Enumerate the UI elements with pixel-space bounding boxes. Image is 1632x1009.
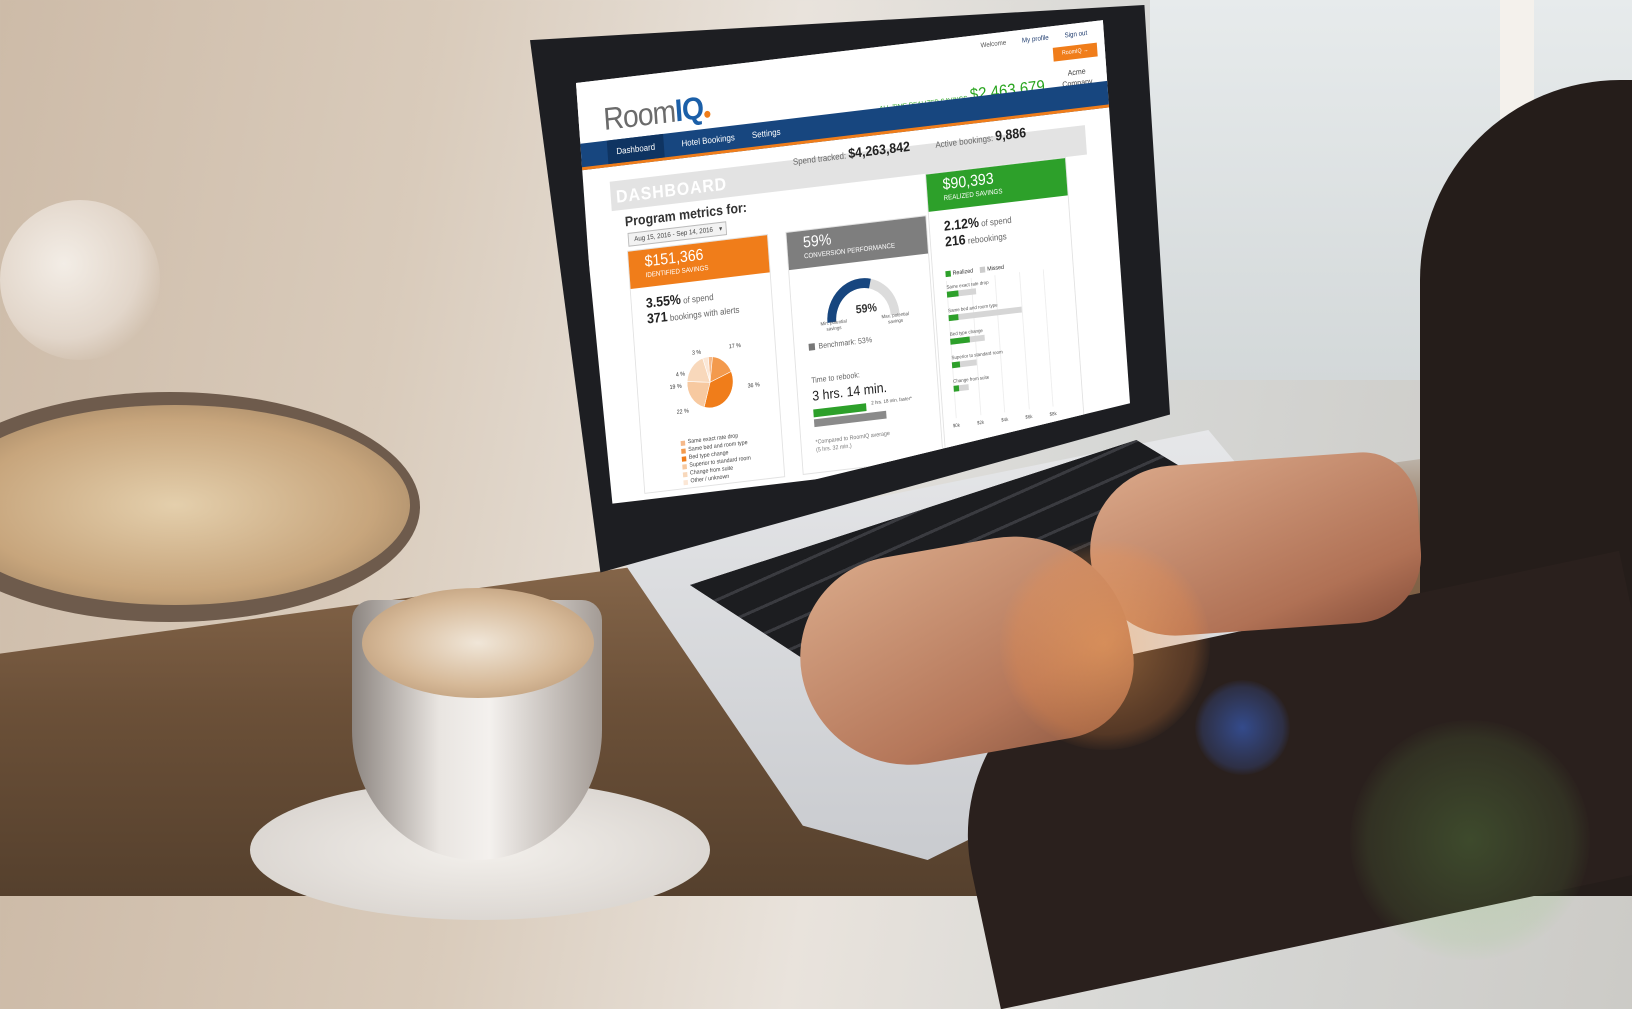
axis-tick-label: $8k: [1049, 411, 1057, 418]
chevron-down-icon: ▾: [718, 225, 723, 233]
realized-bar: [953, 385, 959, 392]
gridline: [994, 275, 1006, 413]
legend-swatch-icon: [680, 440, 686, 446]
nav-settings[interactable]: Settings: [742, 119, 790, 148]
logo-accent: IQ: [673, 89, 705, 129]
lens-flare-green: [1350, 720, 1590, 960]
legend-swatch-icon: [681, 447, 686, 454]
realized-swatch-icon: [945, 270, 952, 278]
realized-bar: [946, 290, 959, 298]
bar-row-label: Superior to standard room: [951, 349, 1003, 362]
nav-dashboard[interactable]: Dashboard: [606, 133, 665, 165]
legend-missed: Missed: [979, 264, 1005, 273]
lens-flare-blue: [1195, 680, 1290, 775]
missed-swatch-icon: [979, 266, 986, 273]
realized-bar: [950, 336, 970, 345]
identified-pie-chart: [686, 356, 734, 409]
logo-dot-icon: [704, 110, 711, 119]
my-profile-link[interactable]: My profile: [1022, 35, 1049, 45]
gridline: [970, 278, 981, 416]
realized-count-value: 216: [944, 231, 967, 250]
date-range-value: Aug 15, 2016 - Sep 14, 2016: [633, 226, 714, 243]
time-to-rebook-faster: 2 hrs. 18 min. faster*: [871, 395, 913, 407]
conversion-card: 59% CONVERSION PERFORMANCE 59% Min. pote…: [785, 215, 944, 475]
benchmark-swatch-icon: [808, 343, 816, 351]
logo-text: Room: [602, 93, 677, 137]
pie-label-3: 4 %: [675, 371, 686, 379]
legend-realized: Realized: [945, 268, 973, 278]
realized-savings-card: $90,393 REALIZED SAVINGS 2.12% of spend …: [925, 156, 1087, 458]
gridline: [1018, 272, 1030, 410]
background-plant: [0, 200, 160, 360]
legend-swatch-icon: [681, 455, 687, 462]
pie-label-1: 3 %: [691, 349, 702, 357]
legend-swatch-icon: [682, 463, 687, 470]
identified-savings-card: $151,366 IDENTIFIED SAVINGS 3.55% of spe…: [627, 234, 786, 494]
gauge-center-value: 59%: [855, 302, 877, 317]
lens-flare-orange: [1000, 540, 1210, 750]
roomiq-button[interactable]: RoomIQ →: [1052, 42, 1098, 62]
axis-tick-label: $6k: [1025, 414, 1033, 421]
legend-swatch-icon: [683, 479, 689, 485]
axis-tick-label: $2k: [976, 419, 985, 427]
identified-count-suffix: bookings with alerts: [669, 304, 740, 323]
pie-legend: Same exact rate drop Same bed and room ty…: [680, 431, 752, 486]
laptop-screen: Welcome My profile Sign out RoomIQ → Roo…: [570, 8, 1130, 528]
gridline: [946, 280, 957, 419]
realized-pct-suffix: of spend: [980, 214, 1012, 229]
time-to-rebook-note: *Compared to RoomIQ average (5 hrs. 32 m…: [815, 430, 890, 455]
sign-out-link[interactable]: Sign out: [1064, 30, 1087, 40]
legend-missed-label: Missed: [987, 264, 1005, 273]
gridline: [1042, 269, 1054, 407]
axis-tick-label: $4k: [1001, 416, 1009, 424]
conversion-pct: 59%: [802, 231, 832, 252]
identified-count-value: 371: [646, 308, 669, 327]
conversion-gauge: 59%: [827, 278, 900, 323]
realized-bar: [948, 314, 959, 322]
bar-row-label: Change from suite: [953, 374, 990, 385]
axis-tick-label: $0k: [952, 422, 961, 430]
legend-realized-label: Realized: [952, 268, 974, 277]
realized-count-suffix: rebookings: [967, 231, 1007, 246]
coffee-foam: [362, 588, 594, 698]
realized-bar: [951, 361, 961, 369]
welcome-text: Welcome: [980, 39, 1007, 50]
legend-swatch-icon: [682, 471, 688, 477]
